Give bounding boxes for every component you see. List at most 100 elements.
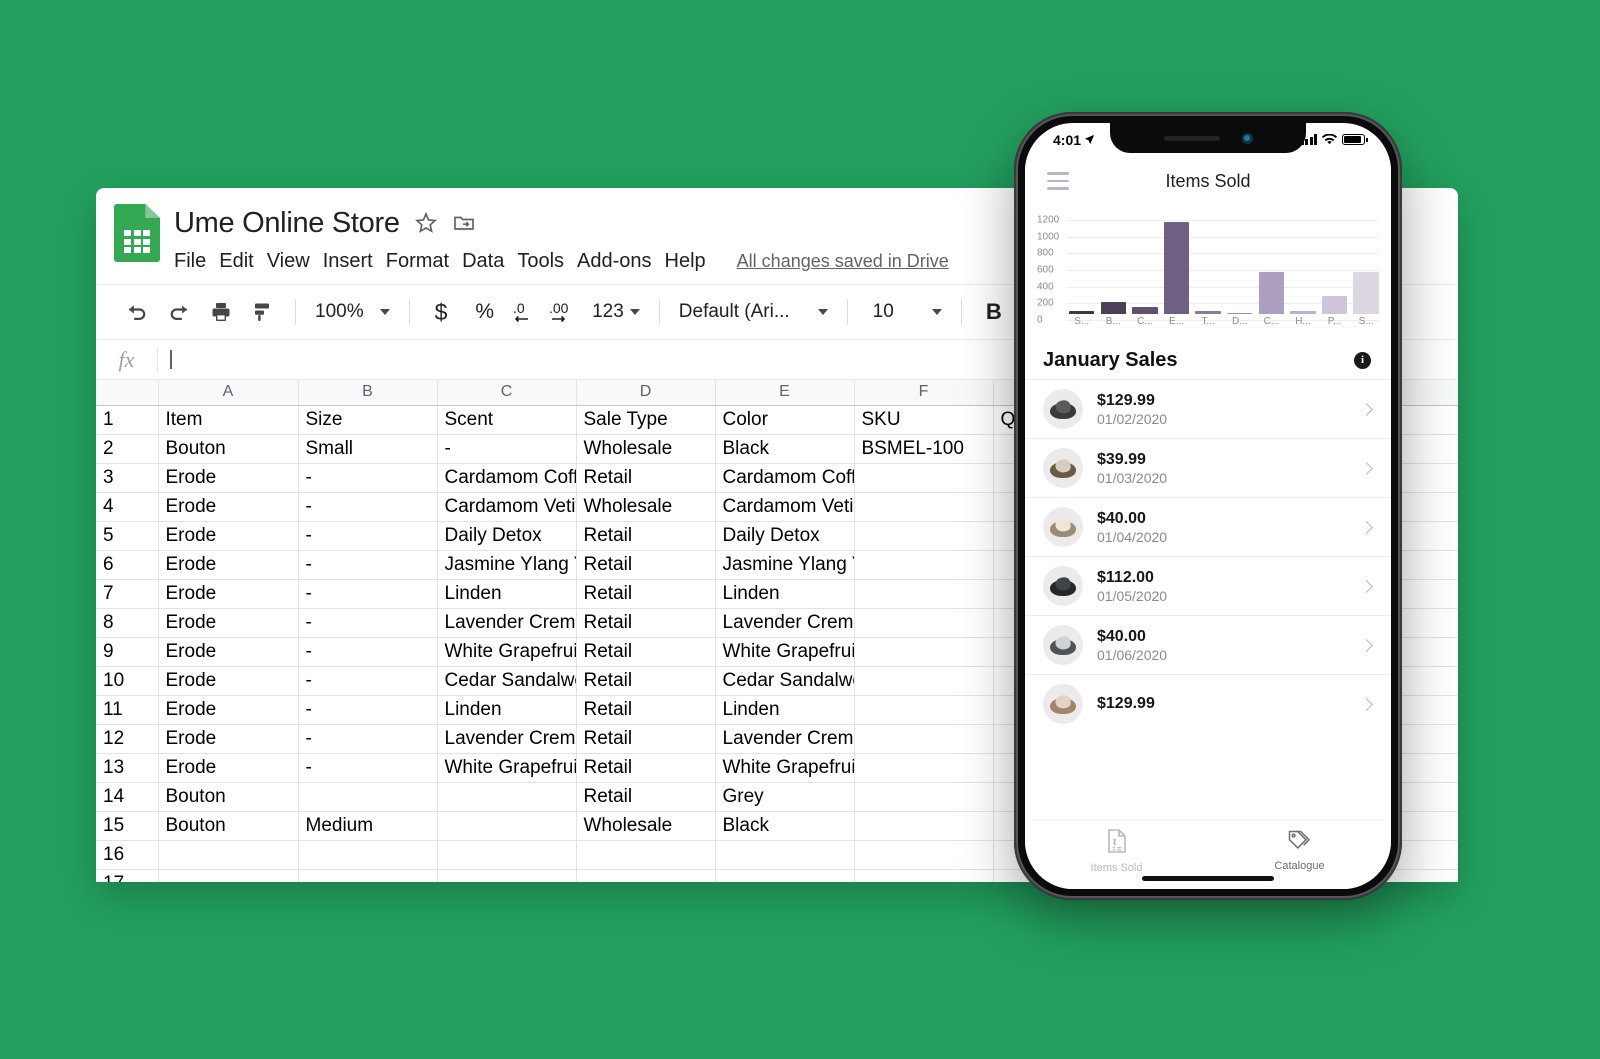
cell-F4[interactable] (854, 492, 994, 522)
chevron-right-icon[interactable] (1360, 461, 1373, 475)
cell-B11[interactable]: - (298, 695, 438, 725)
cell-B4[interactable]: - (298, 492, 438, 522)
cell-E14[interactable]: Grey (715, 782, 855, 812)
cell-E1[interactable]: Color (715, 405, 855, 435)
column-header-f[interactable]: F (854, 380, 994, 406)
more-formats-control[interactable]: 123 (584, 301, 648, 323)
cell-C5[interactable]: Daily Detox (437, 521, 577, 551)
cell-A4[interactable]: Erode (158, 492, 299, 522)
cell-B8[interactable]: - (298, 608, 438, 638)
menu-data[interactable]: Data (462, 246, 517, 277)
cell-A7[interactable]: Erode (158, 579, 299, 609)
cell-F9[interactable] (854, 637, 994, 667)
cell-A2[interactable]: Bouton (158, 434, 299, 464)
cell-B16[interactable] (298, 840, 438, 870)
cell-B7[interactable]: - (298, 579, 438, 609)
cell-E13[interactable]: White Grapefruit (715, 753, 855, 783)
zoom-control[interactable]: 100% (307, 301, 398, 323)
cell-A6[interactable]: Erode (158, 550, 299, 580)
menu-tools[interactable]: Tools (517, 246, 577, 277)
row-header[interactable]: 17 (96, 869, 159, 882)
cell-C10[interactable]: Cedar Sandalwood (437, 666, 577, 696)
cell-C4[interactable]: Cardamom Vetiver (437, 492, 577, 522)
cell-C1[interactable]: Scent (437, 405, 577, 435)
list-item[interactable]: $40.00 01/06/2020 (1025, 615, 1391, 674)
chart-bar-5[interactable] (1227, 214, 1253, 314)
cell-A3[interactable]: Erode (158, 463, 299, 493)
cell-D4[interactable]: Wholesale (576, 492, 716, 522)
column-header-d[interactable]: D (576, 380, 716, 406)
cell-A11[interactable]: Erode (158, 695, 299, 725)
cell-F10[interactable] (854, 666, 994, 696)
move-to-folder-icon[interactable] (452, 211, 476, 235)
currency-format-button[interactable]: $ (421, 299, 462, 326)
row-header[interactable]: 7 (96, 579, 159, 609)
cell-B1[interactable]: Size (298, 405, 438, 435)
cell-D10[interactable]: Retail (576, 666, 716, 696)
menu-format[interactable]: Format (386, 246, 462, 277)
cell-D9[interactable]: Retail (576, 637, 716, 667)
list-item[interactable]: $39.99 01/03/2020 (1025, 438, 1391, 497)
cell-B2[interactable]: Small (298, 434, 438, 464)
cell-A8[interactable]: Erode (158, 608, 299, 638)
cell-A14[interactable]: Bouton (158, 782, 299, 812)
cell-F5[interactable] (854, 521, 994, 551)
cell-A13[interactable]: Erode (158, 753, 299, 783)
row-header[interactable]: 16 (96, 840, 159, 870)
cell-F12[interactable] (854, 724, 994, 754)
document-title[interactable]: Ume Online Store (174, 207, 400, 240)
cell-E12[interactable]: Lavender Creme (715, 724, 855, 754)
row-header[interactable]: 4 (96, 492, 159, 522)
chart-bar-4[interactable] (1195, 214, 1221, 314)
cell-E17[interactable] (715, 869, 855, 882)
cell-D6[interactable]: Retail (576, 550, 716, 580)
column-header-e[interactable]: E (715, 380, 855, 406)
cell-B6[interactable]: - (298, 550, 438, 580)
cell-A12[interactable]: Erode (158, 724, 299, 754)
cell-A16[interactable] (158, 840, 299, 870)
cell-D5[interactable]: Retail (576, 521, 716, 551)
menu-file[interactable]: File (174, 246, 219, 277)
row-header[interactable]: 11 (96, 695, 159, 725)
row-header[interactable]: 15 (96, 811, 159, 841)
cell-C16[interactable] (437, 840, 577, 870)
cell-C13[interactable]: White Grapefruit (437, 753, 577, 783)
column-header-b[interactable]: B (298, 380, 438, 406)
cell-D7[interactable]: Retail (576, 579, 716, 609)
row-header[interactable]: 14 (96, 782, 159, 812)
chart-bar-1[interactable] (1100, 214, 1127, 314)
tab-catalogue[interactable]: Catalogue (1208, 828, 1391, 872)
cell-D3[interactable]: Retail (576, 463, 716, 493)
chart-bar-3[interactable] (1163, 214, 1190, 314)
increase-decimal-icon[interactable]: .00 (544, 292, 584, 332)
items-sold-bar-chart[interactable]: 0 200 400 600 800 1000 1200 S... B... C... E... T..… (1025, 206, 1391, 336)
print-icon[interactable] (200, 292, 242, 332)
cell-C6[interactable]: Jasmine Ylang Ylang (437, 550, 577, 580)
menu-view[interactable]: View (267, 246, 323, 277)
save-status-link[interactable]: All changes saved in Drive (737, 251, 949, 272)
cell-D1[interactable]: Sale Type (576, 405, 716, 435)
paint-format-icon[interactable] (242, 292, 284, 332)
row-header[interactable]: 9 (96, 637, 159, 667)
column-header-a[interactable]: A (158, 380, 299, 406)
menu-help[interactable]: Help (665, 246, 719, 277)
list-item[interactable]: $40.00 01/04/2020 (1025, 497, 1391, 556)
row-header[interactable]: 1 (96, 405, 159, 435)
cell-A17[interactable] (158, 869, 299, 882)
cell-C8[interactable]: Lavender Creme (437, 608, 577, 638)
chevron-right-icon[interactable] (1360, 638, 1373, 652)
list-item[interactable]: $112.00 01/05/2020 (1025, 556, 1391, 615)
cell-D8[interactable]: Retail (576, 608, 716, 638)
chart-bar-9[interactable] (1353, 214, 1379, 314)
cell-E10[interactable]: Cedar Sandalwood (715, 666, 855, 696)
cell-A5[interactable]: Erode (158, 521, 299, 551)
cell-E8[interactable]: Lavender Creme (715, 608, 855, 638)
chart-bar-8[interactable] (1321, 214, 1348, 314)
cell-F17[interactable] (854, 869, 994, 882)
cell-B5[interactable]: - (298, 521, 438, 551)
cell-E6[interactable]: Jasmine Ylang Ylang (715, 550, 855, 580)
list-item[interactable]: $129.99 (1025, 674, 1391, 733)
star-icon[interactable] (414, 211, 438, 235)
cell-F15[interactable] (854, 811, 994, 841)
cell-D17[interactable] (576, 869, 716, 882)
